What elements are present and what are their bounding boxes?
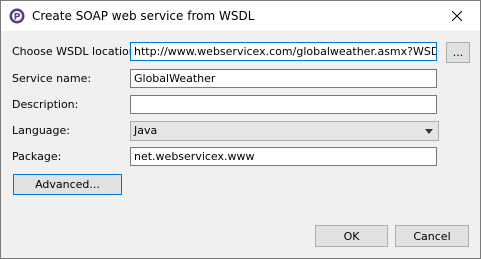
dialog-window: P Create SOAP web service from WSDL Choo… [0,0,481,259]
advanced-button[interactable]: Advanced... [13,174,122,195]
package-input[interactable]: net.webservicex.www [130,147,437,166]
language-select[interactable]: Java [130,121,439,141]
cancel-button[interactable]: Cancel [395,225,469,247]
language-label: Language: [12,124,70,137]
window-title: Create SOAP web service from WSDL [32,9,255,23]
wsdl-location-label: Choose WSDL location: [12,45,140,58]
ok-button[interactable]: OK [315,225,388,247]
chevron-down-icon [425,129,433,134]
close-button[interactable] [434,1,480,31]
close-icon [452,11,462,21]
browse-button[interactable]: ... [446,42,470,63]
service-name-label: Service name: [12,72,92,85]
wsdl-location-input[interactable]: http://www.webservicex.com/globalweather… [130,42,437,61]
description-label: Description: [12,98,79,111]
service-name-input[interactable]: GlobalWeather [130,69,437,88]
soap-app-icon: P [9,8,25,24]
dialog-content: Choose WSDL location: http://www.webserv… [1,31,480,258]
svg-text:P: P [14,13,21,23]
title-bar[interactable]: P Create SOAP web service from WSDL [1,1,480,31]
package-label: Package: [12,150,62,163]
language-select-value: Java [134,124,158,137]
description-input[interactable] [130,95,437,114]
